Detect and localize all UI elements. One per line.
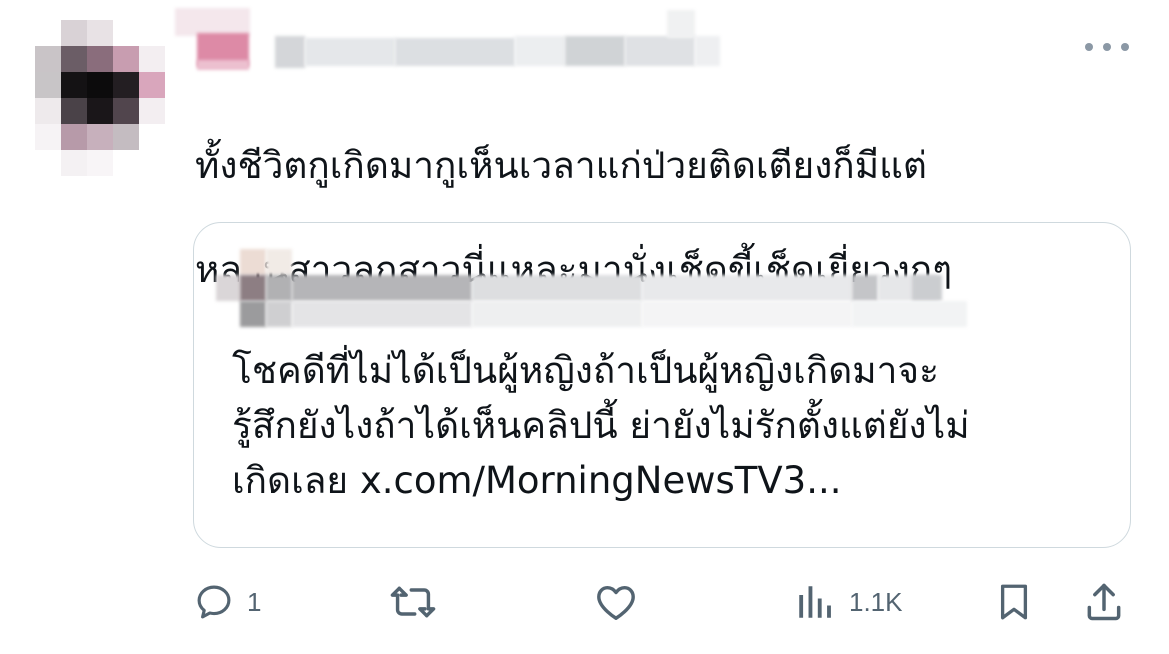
- share-icon: [1087, 583, 1121, 621]
- more-options-button[interactable]: [1085, 37, 1129, 57]
- avatar[interactable]: [35, 20, 165, 176]
- views-count: 1.1K: [849, 586, 903, 617]
- quoted-tweet-text: โชคดีที่ไม่ได้เป็นผู้หญิงถ้าเป็นผู้หญิงเ…: [232, 343, 1112, 508]
- retweet-button[interactable]: [389, 572, 437, 632]
- tweet-action-bar: 1 1.1K: [193, 572, 1138, 632]
- views-button[interactable]: 1.1K: [793, 572, 903, 632]
- quoted-text-line: เกิดเลย x.com/MorningNewsTV3...: [232, 459, 842, 502]
- quoted-tweet-card[interactable]: โชคดีที่ไม่ได้เป็นผู้หญิงถ้าเป็นผู้หญิงเ…: [193, 222, 1131, 548]
- reply-button[interactable]: 1: [193, 572, 261, 632]
- retweet-icon: [390, 586, 436, 618]
- quoted-text-line: รู้สึกยังไงถ้าได้เห็นคลิปนี้ ย่ายังไม่รั…: [232, 404, 970, 447]
- bookmark-icon: [1000, 584, 1028, 620]
- like-icon: [597, 585, 635, 620]
- reply-icon: [197, 585, 231, 619]
- quoted-text-line: โชคดีที่ไม่ได้เป็นผู้หญิงถ้าเป็นผู้หญิงเ…: [232, 349, 939, 392]
- like-button[interactable]: [593, 572, 639, 632]
- more-horizontal-icon: [1085, 43, 1093, 51]
- quoted-author-header-obscured[interactable]: [216, 245, 976, 331]
- reply-count: 1: [247, 586, 262, 617]
- tweet-text-line: ทั้งชีวิตกูเกิดมากูเห็นเวลาแก่ป่วยติดเตี…: [195, 144, 927, 187]
- views-icon: [799, 586, 831, 618]
- share-button[interactable]: [1081, 572, 1127, 632]
- more-dot: [1121, 43, 1129, 51]
- author-header-obscured[interactable]: [175, 8, 720, 70]
- more-dot: [1103, 43, 1111, 51]
- bookmark-button[interactable]: [993, 572, 1035, 632]
